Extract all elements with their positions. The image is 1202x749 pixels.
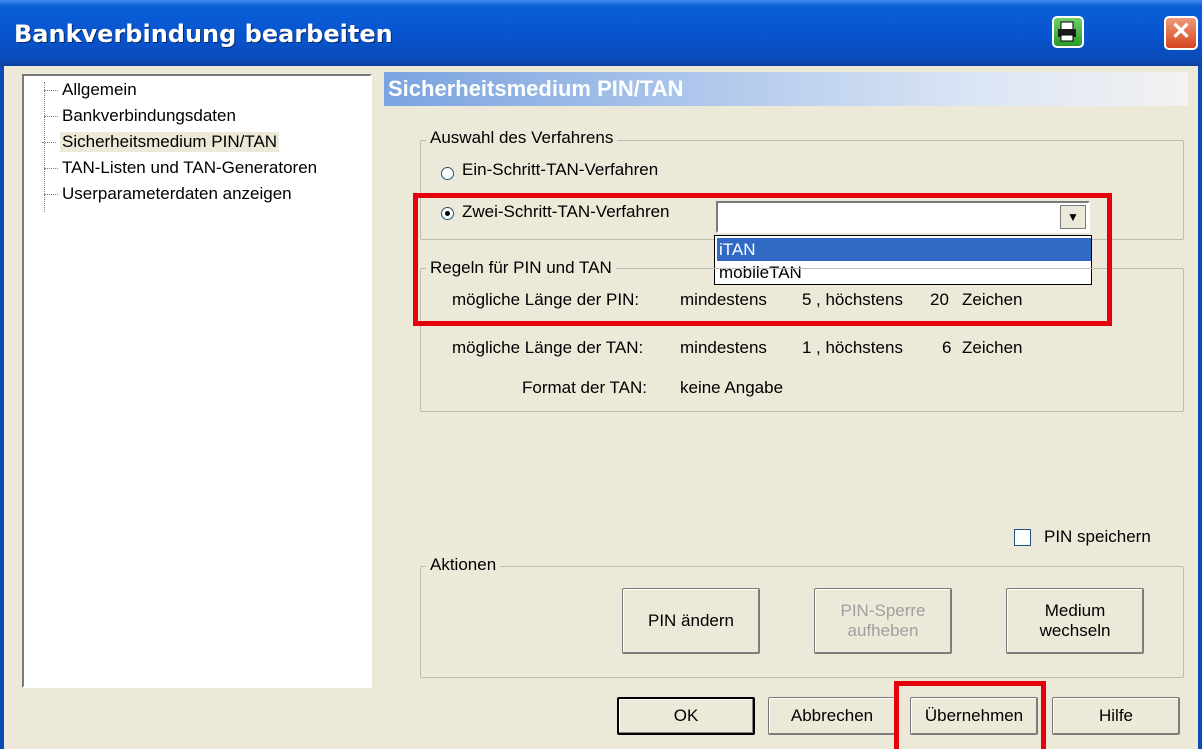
pin-sperre-label-line2: aufheben	[847, 621, 919, 640]
radio-ein-schritt-label[interactable]: Ein-Schritt-TAN-Verfahren	[462, 160, 658, 180]
radio-ein-schritt[interactable]	[441, 167, 454, 180]
tree-item-tan-listen[interactable]: TAN-Listen und TAN-Generatoren	[43, 158, 317, 178]
tree-item-userparameterdaten[interactable]: Userparameterdaten anzeigen	[44, 184, 292, 204]
pin-aendern-label: PIN ändern	[648, 611, 734, 630]
tan-format-value: keine Angabe	[680, 378, 784, 397]
print-icon[interactable]	[1052, 16, 1084, 48]
hilfe-button[interactable]: Hilfe	[1052, 697, 1180, 735]
title-bar: Bankverbindung bearbeiten ✕	[0, 0, 1202, 66]
medium-wechseln-button[interactable]: Medium wechseln	[1006, 588, 1144, 654]
abbrechen-label: Abbrechen	[790, 706, 874, 725]
panel-title: Sicherheitsmedium PIN/TAN	[384, 72, 1188, 106]
tan-min-label: mindestens	[680, 338, 767, 357]
tan-max-value: 6	[942, 338, 952, 357]
close-icon[interactable]: ✕	[1164, 16, 1198, 50]
tan-max-label: , höchstens	[816, 338, 903, 357]
printer-glyph	[1058, 21, 1076, 42]
tan-min-value: 1	[802, 338, 812, 357]
ok-button[interactable]: OK	[617, 697, 755, 735]
hilfe-label: Hilfe	[1098, 706, 1133, 725]
highlight-box-uebernehmen	[894, 681, 1046, 749]
ok-label: OK	[673, 706, 699, 725]
tree-item-bankverbindungsdaten[interactable]: Bankverbindungsdaten	[44, 106, 236, 126]
settings-tree: Allgemein Bankverbindungsdaten Sicherhei…	[22, 74, 372, 688]
aktionen-group-label: Aktionen	[426, 555, 501, 575]
abbrechen-button[interactable]: Abbrechen	[768, 697, 896, 735]
pin-speichern-checkbox[interactable]	[1014, 529, 1031, 546]
pin-speichern-label[interactable]: PIN speichern	[1044, 527, 1151, 547]
tree-item-sicherheitsmedium[interactable]: Sicherheitsmedium PIN/TAN	[41, 132, 280, 152]
verfahren-group-label: Auswahl des Verfahrens	[426, 128, 618, 148]
tan-unit: Zeichen	[962, 338, 1023, 357]
tree-item-allgemein[interactable]: Allgemein	[44, 80, 137, 100]
window-title: Bankverbindung bearbeiten	[14, 20, 393, 48]
tan-format-label: Format der TAN:	[522, 378, 648, 397]
tree-guide-line	[44, 82, 45, 212]
tan-length-label: mögliche Länge der TAN:	[452, 338, 644, 357]
pin-sperre-aufheben-button[interactable]: PIN-Sperre aufheben	[814, 588, 952, 654]
highlight-box-verfahren	[413, 193, 1112, 326]
pin-sperre-label-line1: PIN-Sperre	[840, 601, 926, 620]
medium-label-line1: Medium	[1044, 601, 1106, 620]
pin-aendern-button[interactable]: PIN ändern	[622, 588, 760, 654]
medium-label-line2: wechseln	[1039, 621, 1111, 640]
